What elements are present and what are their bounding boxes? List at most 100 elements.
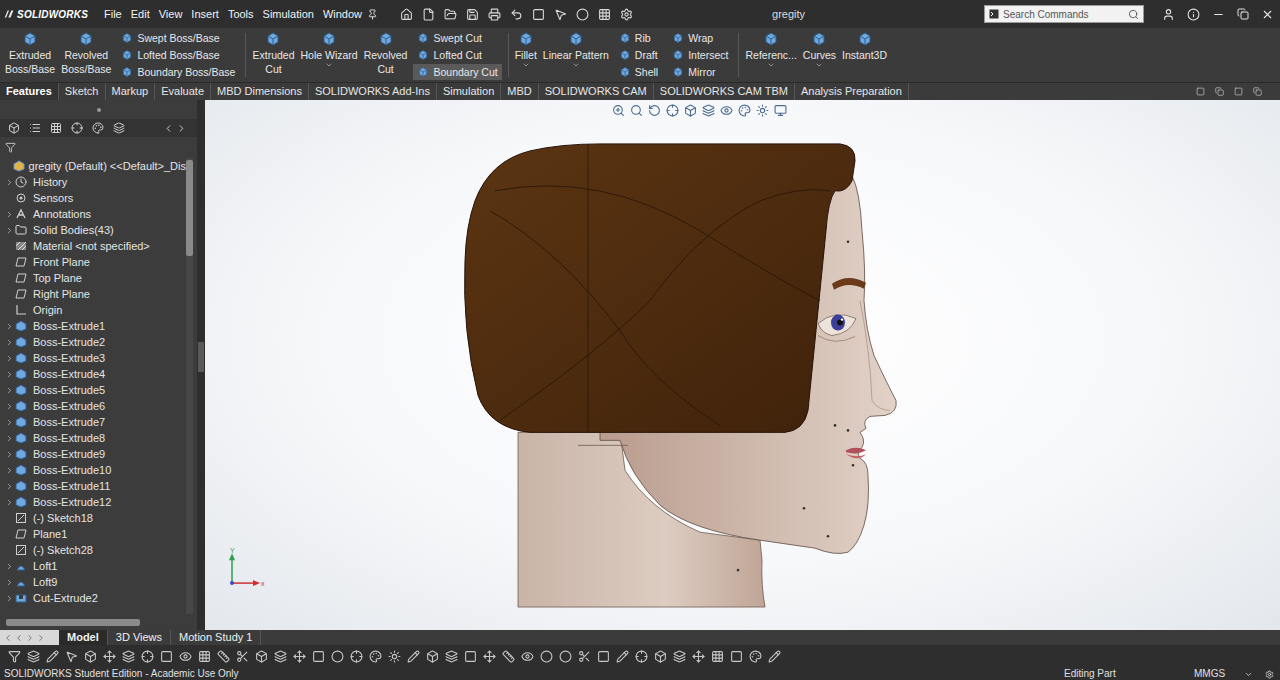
search-icon[interactable]: [1128, 9, 1139, 20]
view-tool-icon[interactable]: [720, 104, 733, 117]
view-tool-icon[interactable]: [684, 104, 697, 117]
ribbon-stack-item[interactable]: Intersect: [668, 47, 732, 63]
command-tab[interactable]: Evaluate: [155, 83, 211, 100]
menu-item[interactable]: Simulation: [259, 6, 318, 22]
quick-tool-icon[interactable]: [554, 8, 567, 21]
dropdown-icon[interactable]: [325, 61, 333, 69]
tree-item[interactable]: Material <not specified>: [0, 238, 186, 254]
tree-item[interactable]: Boss-Extrude11: [0, 478, 186, 494]
view-tool-icon[interactable]: [648, 104, 661, 117]
sketch-tool-icon[interactable]: [388, 650, 401, 663]
ribbon-stack-item[interactable]: Lofted Boss/Base: [117, 47, 239, 63]
expand-icon[interactable]: [5, 354, 14, 363]
sketch-tool-icon[interactable]: [274, 650, 287, 663]
tree-item[interactable]: Boss-Extrude9: [0, 446, 186, 462]
expand-icon[interactable]: [5, 418, 14, 427]
sketch-tool-icon[interactable]: [179, 650, 192, 663]
command-tab[interactable]: Sketch: [59, 83, 106, 100]
command-tab[interactable]: Simulation: [437, 83, 501, 100]
panel-maximize-icon[interactable]: [1234, 87, 1243, 96]
sketch-tool-icon[interactable]: [407, 650, 420, 663]
tree-item[interactable]: Front Plane: [0, 254, 186, 270]
expand-icon[interactable]: [5, 178, 14, 187]
ribbon-stack-item[interactable]: Lofted Cut: [413, 47, 501, 63]
sketch-tool-icon[interactable]: [198, 650, 211, 663]
sketch-tool-icon[interactable]: [65, 650, 78, 663]
ribbon-button[interactable]: Hole Wizard: [298, 30, 361, 80]
ribbon-stack-item[interactable]: Shell: [615, 64, 662, 80]
sketch-tool-icon[interactable]: [8, 650, 21, 663]
menu-item[interactable]: Window: [319, 6, 366, 22]
expand-icon[interactable]: [5, 466, 14, 475]
ribbon-button[interactable]: Referenc...: [742, 30, 799, 80]
tree-scrollbar[interactable]: [186, 158, 193, 614]
quick-tool-icon[interactable]: [532, 8, 545, 21]
sketch-tool-icon[interactable]: [616, 650, 629, 663]
sketch-tool-icon[interactable]: [730, 650, 743, 663]
ribbon-button[interactable]: ExtrudedBoss/Base: [2, 30, 58, 80]
head-model[interactable]: Yx: [205, 100, 1280, 630]
tree-item[interactable]: Boss-Extrude4: [0, 366, 186, 382]
command-tab[interactable]: Analysis Preparation: [795, 83, 909, 100]
expand-icon[interactable]: [5, 226, 14, 235]
tree-item[interactable]: Loft9: [0, 574, 186, 590]
sketch-tool-icon[interactable]: [654, 650, 667, 663]
panel-restore-icon[interactable]: [1196, 87, 1205, 96]
sketch-tool-icon[interactable]: [502, 650, 515, 663]
panel-splitter[interactable]: [197, 100, 205, 630]
quick-tool-icon[interactable]: [422, 8, 435, 21]
tab-nav-icon[interactable]: [3, 633, 13, 643]
sketch-tool-icon[interactable]: [445, 650, 458, 663]
panel-tab-icon[interactable]: [29, 122, 41, 134]
command-tab[interactable]: MBD: [501, 83, 538, 100]
command-tab[interactable]: MBD Dimensions: [211, 83, 309, 100]
panel-tab-icon[interactable]: [71, 122, 83, 134]
tab-nav-icon[interactable]: [25, 633, 35, 643]
sketch-tool-icon[interactable]: [540, 650, 553, 663]
tree-item[interactable]: (-) Sketch28: [0, 542, 186, 558]
view-tool-icon[interactable]: [702, 104, 715, 117]
sketch-tool-icon[interactable]: [768, 650, 781, 663]
quick-tool-icon[interactable]: [400, 8, 413, 21]
tree-item[interactable]: Boss-Extrude5: [0, 382, 186, 398]
quick-tool-icon[interactable]: [510, 8, 523, 21]
panel-tab-icon[interactable]: [92, 122, 104, 134]
dropdown-icon[interactable]: [767, 61, 775, 69]
ribbon-stack-item[interactable]: Rib: [615, 30, 662, 46]
search-box[interactable]: Search Commands: [984, 5, 1144, 23]
tab-nav-icon[interactable]: [14, 633, 24, 643]
expand-icon[interactable]: [5, 562, 14, 571]
command-tab[interactable]: Features: [0, 83, 59, 100]
tree-item[interactable]: Boss-Extrude10: [0, 462, 186, 478]
sketch-tool-icon[interactable]: [483, 650, 496, 663]
quick-tool-icon[interactable]: [620, 8, 633, 21]
tree-item[interactable]: Origin: [0, 302, 186, 318]
quick-tool-icon[interactable]: [466, 8, 479, 21]
sketch-tool-icon[interactable]: [673, 650, 686, 663]
view-tool-icon[interactable]: [666, 104, 679, 117]
sketch-tool-icon[interactable]: [350, 650, 363, 663]
sketch-tool-icon[interactable]: [46, 650, 59, 663]
panel-tab-icon[interactable]: [50, 122, 62, 134]
ribbon-button[interactable]: Linear Pattern: [540, 30, 612, 80]
sketch-tool-icon[interactable]: [635, 650, 648, 663]
menu-item[interactable]: Edit: [127, 6, 154, 22]
tree-item[interactable]: Plane1: [0, 526, 186, 542]
tab-nav-icon[interactable]: [36, 633, 46, 643]
sketch-tool-icon[interactable]: [293, 650, 306, 663]
panel-tab-icon[interactable]: [8, 122, 20, 134]
quick-tool-icon[interactable]: [576, 8, 589, 21]
sketch-tool-icon[interactable]: [84, 650, 97, 663]
sketch-tool-icon[interactable]: [521, 650, 534, 663]
ribbon-button[interactable]: ExtrudedCut: [249, 30, 297, 80]
sketch-tool-icon[interactable]: [692, 650, 705, 663]
help-icon[interactable]: [1187, 8, 1200, 21]
ribbon-stack-item[interactable]: Swept Boss/Base: [117, 30, 239, 46]
dropdown-icon[interactable]: [572, 61, 580, 69]
tree-item[interactable]: Top Plane: [0, 270, 186, 286]
sketch-tool-icon[interactable]: [559, 650, 572, 663]
pin-icon[interactable]: [367, 9, 378, 20]
sketch-tool-icon[interactable]: [426, 650, 439, 663]
sketch-tool-icon[interactable]: [27, 650, 40, 663]
quick-tool-icon[interactable]: [598, 8, 611, 21]
